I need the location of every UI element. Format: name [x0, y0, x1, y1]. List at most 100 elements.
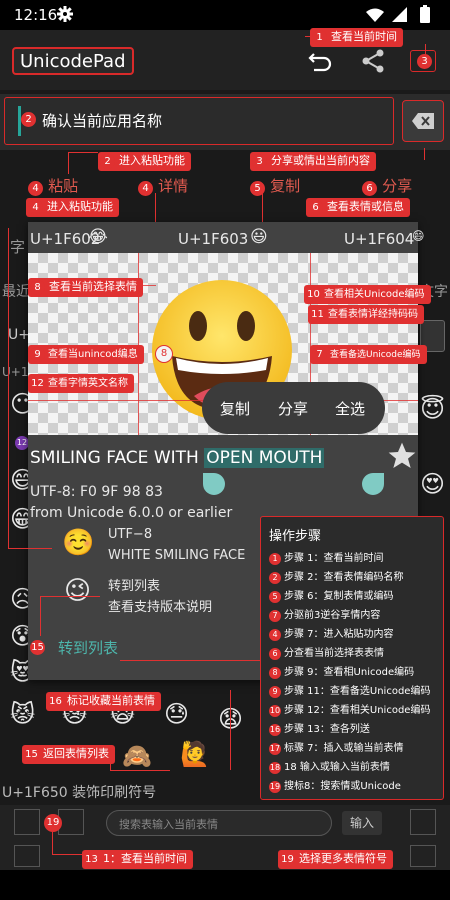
annotation-16: 16 标记收藏当前表情: [46, 692, 161, 711]
character-name[interactable]: SMILING FACE WITH OPEN MOUTH: [30, 448, 325, 468]
related-emoji-1[interactable]: ☺️: [62, 528, 94, 558]
bg-u-prefix: U+: [8, 327, 30, 343]
annotation-11: 11 查看表情详经持码码: [308, 305, 424, 324]
bg-u-prefix2: U+1: [2, 365, 29, 379]
annotation-12: 12 查看字情英文名称: [28, 374, 134, 393]
signal-icon: [392, 7, 407, 22]
annotation-line: [40, 596, 41, 636]
annotation-1: 1 查看当前时间: [310, 28, 403, 47]
annotation-line: [52, 854, 82, 855]
annotation-line: [110, 752, 111, 770]
settings-gear-icon: [57, 6, 73, 22]
annotation-13: 13 1：查看当前时间: [82, 850, 193, 869]
bottom-grid-cell[interactable]: [14, 845, 40, 867]
annotation-num-15: 15: [30, 640, 45, 655]
bottom-grid-cell[interactable]: [14, 809, 40, 835]
favorite-star-icon[interactable]: [386, 440, 418, 472]
bg-emoji[interactable]: 😾: [10, 700, 35, 728]
annotation-line: [110, 770, 170, 771]
emoji-next[interactable]: 😄: [412, 229, 425, 243]
annotation-line: [262, 193, 263, 223]
selection-handle-right[interactable]: [362, 473, 384, 495]
annotation-num-3: 3: [417, 54, 432, 69]
app-title: UnicodePad: [12, 47, 134, 75]
annotation-line: [424, 148, 425, 160]
annotation-6: 6 查看表情或信息: [306, 198, 410, 217]
tab-paste[interactable]: 4 粘贴: [28, 175, 78, 196]
clear-button[interactable]: [402, 100, 444, 142]
unicode-version[interactable]: from Unicode 6.0.0 or earlier: [30, 505, 232, 521]
bg-row-badge: 12: [15, 436, 29, 450]
search-input[interactable]: 搜索表输入当前表情: [106, 810, 332, 836]
char-name-plain: SMILING FACE WITH: [30, 448, 205, 468]
tab-copy[interactable]: 5 复制: [250, 175, 300, 196]
battery-icon: [420, 5, 430, 23]
section-title: U+1F650 装饰印刷符号: [2, 785, 157, 801]
share-icon[interactable]: [360, 48, 386, 74]
bg-recent-label: 最近: [2, 284, 30, 300]
context-select-all[interactable]: 全选: [335, 398, 365, 419]
related-2-line1[interactable]: 转到列表: [108, 575, 160, 594]
annotation-10: 10 查看相关Unicode编码: [304, 285, 431, 304]
annotation-line: [8, 228, 9, 548]
bg-emoji[interactable]: 🙈: [122, 742, 152, 770]
step-item: 2 步骤 2：查看表情编码名称: [269, 568, 404, 584]
goto-list-button[interactable]: 转到列表: [58, 637, 118, 658]
annotation-line: [40, 596, 100, 597]
annotation-num-2: 2: [21, 112, 36, 127]
annotation-line: [230, 690, 231, 770]
status-bar: 12:16: [0, 0, 450, 30]
step-item: 10 步骤 12：查看相关Unicode编码: [269, 705, 431, 717]
bg-emoji[interactable]: 😇: [420, 395, 445, 423]
annotation-3: 3 分享或情出当前内容: [250, 152, 376, 171]
context-share[interactable]: 分享: [278, 398, 308, 419]
tab-detail[interactable]: 4 详情: [138, 175, 188, 196]
step-item: 5 步骤 6：复制表情或编码: [269, 587, 394, 603]
related-1-line1[interactable]: UTF−8: [108, 527, 152, 542]
status-time: 12:16: [14, 6, 58, 24]
utf8-bytes[interactable]: UTF-8: F0 9F 98 83: [30, 484, 163, 500]
code-current[interactable]: U+1F603: [178, 230, 248, 248]
annotation-line: [425, 44, 426, 56]
bottom-grid-cell[interactable]: [410, 845, 436, 867]
annotation-line: [52, 832, 53, 854]
search-submit-button[interactable]: 输入: [342, 811, 382, 835]
bg-char-label: 字: [10, 238, 26, 256]
selection-handle-left[interactable]: [203, 473, 225, 495]
annotation-line: [8, 548, 52, 549]
step-item: 6 分查看当前选择表表情: [269, 644, 384, 660]
annotation-9: 9 查看当unincod编息: [28, 345, 144, 364]
step-item: 1 步骤 1：查看当前时间: [269, 549, 384, 565]
bottom-grid-cell[interactable]: [410, 809, 436, 835]
navigation-bar: [0, 870, 450, 900]
steps-title: 操作步骤: [269, 529, 322, 544]
bg-emoji[interactable]: 😓: [164, 700, 189, 728]
tab-share[interactable]: 6 分享: [362, 175, 412, 196]
undo-icon[interactable]: [308, 50, 334, 72]
annotation-19: 19 选择更多表情符号: [278, 850, 393, 869]
step-item: 8 步骤 9：查看相Unicode编码: [269, 663, 414, 679]
annotation-15: 15 返回表情列表: [22, 745, 115, 764]
char-name-selected[interactable]: OPEN MOUTH: [204, 448, 325, 468]
emoji-prev[interactable]: 😂: [88, 227, 108, 247]
step-item: 4 步骤 7：进入粘贴功内容: [269, 625, 394, 641]
steps-panel: 操作步骤 1 步骤 1：查看当前时间 2 步骤 2：查看表情编码名称 5 步骤 6：复…: [260, 516, 444, 800]
annotation-line: [68, 152, 98, 153]
backspace-icon: [412, 113, 434, 129]
annotation-2: 2 进入粘贴功能: [98, 152, 191, 171]
annotation-line: [68, 152, 69, 174]
input-text[interactable]: 确认当前应用名称: [42, 110, 162, 131]
related-2-line2[interactable]: 查看支持版本说明: [108, 596, 212, 615]
related-1-line2[interactable]: WHITE SMILING FACE: [108, 548, 260, 563]
related-emoji-2[interactable]: 😉: [64, 576, 91, 606]
bg-emoji[interactable]: 🙋: [180, 740, 210, 768]
annotation-8: 8 查看当前选择表情: [28, 278, 143, 297]
context-copy[interactable]: 复制: [220, 398, 250, 419]
code-next[interactable]: U+1F604: [344, 230, 414, 248]
step-item: 17 标骤 7：插入或输当前表情: [269, 743, 404, 755]
step-item: 19 搜标8：搜索情或Unicode: [269, 781, 401, 793]
emoji-current-small[interactable]: 😃: [250, 227, 268, 247]
step-item: 9 步骤 11：查看备选Unicode编码: [269, 682, 430, 698]
bg-emoji[interactable]: 😍: [420, 470, 445, 498]
step-item: 16 步骤 13：查各列送: [269, 724, 370, 736]
